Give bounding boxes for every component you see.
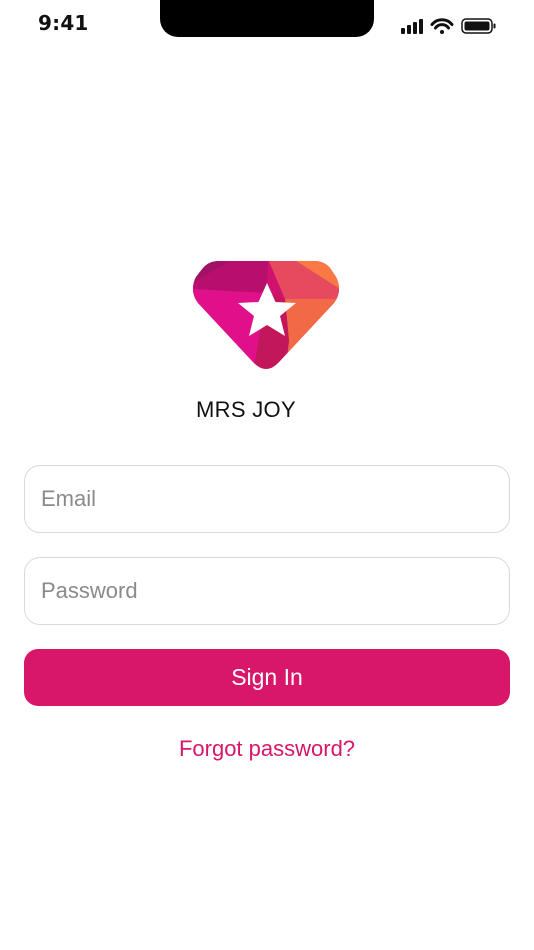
status-bar: 9:41 [0, 0, 534, 50]
password-field[interactable] [24, 557, 510, 625]
signal-icon [401, 19, 423, 34]
forgot-password-link[interactable]: Forgot password? [0, 736, 534, 762]
device-notch [160, 0, 374, 37]
battery-icon [461, 18, 496, 34]
app-name: MRS JOY [196, 397, 296, 422]
email-field[interactable] [24, 465, 510, 533]
wifi-icon [430, 18, 454, 34]
status-icons [401, 18, 496, 34]
sign-in-button[interactable]: Sign In [24, 649, 510, 706]
status-time: 9:41 [38, 11, 89, 35]
diamond-star-logo [193, 261, 340, 369]
